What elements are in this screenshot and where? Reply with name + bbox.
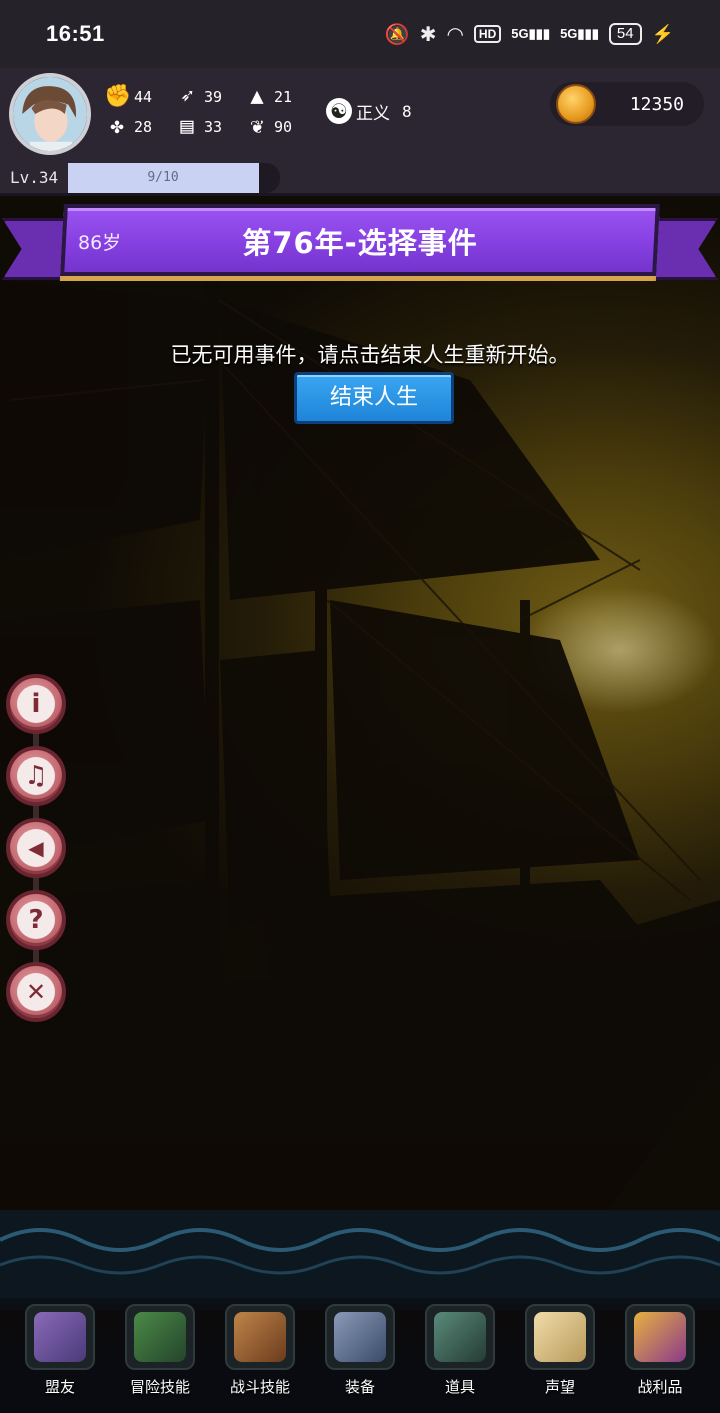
music-button[interactable]: ♫ [6, 746, 66, 806]
status-icons: 🔕 ✱ ◠ HD 5G▮▮▮ 5G▮▮▮ 54 ⚡ [385, 22, 674, 47]
nav-items[interactable]: 道具 [414, 1304, 506, 1397]
backpack-icon [234, 1312, 286, 1362]
scroll-icon [534, 1312, 586, 1362]
nav-label: 冒险技能 [129, 1378, 190, 1396]
signal-icon-2: 5G▮▮▮ [560, 26, 599, 41]
clover-icon: ✤ [110, 114, 124, 139]
info-icon: i [17, 685, 55, 723]
handshake-icon [34, 1312, 86, 1362]
green-book-icon [134, 1312, 186, 1362]
sound-button[interactable]: ◀ [6, 818, 66, 878]
help-button[interactable]: ? [6, 890, 66, 950]
stat-agility: ➶ 39 [174, 86, 222, 108]
avatar-portrait-icon [13, 77, 87, 151]
bottom-nav: 盟友 冒险技能 战斗技能 装备 道具 声望 战利品 [0, 1298, 720, 1413]
alignment-label: 正义 [356, 103, 390, 124]
alignment-value: 8 [402, 101, 412, 121]
nav-label: 装备 [344, 1378, 375, 1396]
speaker-icon: ◀ [17, 829, 55, 867]
signal-icon-1: 5G▮▮▮ [511, 26, 551, 41]
xp-bar: 9/10 [68, 163, 280, 193]
wifi-icon: ◠ [446, 23, 464, 46]
feather-icon: ➶ [180, 84, 194, 109]
nav-equipment-frame [325, 1304, 395, 1370]
nav-label: 道具 [444, 1378, 475, 1396]
nav-reputation-frame [525, 1304, 595, 1370]
gold-coin-icon [556, 84, 596, 124]
fist-icon: ✊ [104, 84, 132, 109]
level-label: Lv.34 [10, 168, 59, 187]
question-icon: ? [17, 901, 55, 939]
nav-combat-frame [225, 1304, 295, 1370]
nav-allies-frame [25, 1304, 95, 1370]
info-button[interactable]: i [6, 674, 66, 734]
year-banner: 86岁 第76年-选择事件 [0, 200, 720, 295]
nav-label: 战斗技能 [229, 1378, 290, 1396]
nav-allies[interactable]: 盟友 [14, 1304, 106, 1397]
nav-adventure-skills[interactable]: 冒险技能 [114, 1304, 206, 1397]
stat-intellect: ▤ 33 [174, 116, 222, 138]
status-time: 16:51 [46, 21, 105, 46]
treasure-chest-icon [634, 1312, 686, 1362]
page-title: 第76年-选择事件 [242, 226, 478, 260]
coin-counter: 12350 [550, 82, 704, 126]
nav-adventure-frame [125, 1304, 195, 1370]
coin-amount: 12350 [629, 93, 684, 115]
stat-luck: ✤ 28 [104, 116, 152, 138]
status-bar: 16:51 🔕 ✱ ◠ HD 5G▮▮▮ 5G▮▮▮ 54 ⚡ [0, 0, 720, 68]
nav-loot[interactable]: 战利品 [614, 1304, 706, 1397]
wizard-hat-icon: ▲ [250, 84, 264, 109]
yin-yang-icon: ☯ [326, 98, 352, 124]
nav-reputation[interactable]: 声望 [514, 1304, 606, 1397]
wings-icon: ❦ [250, 114, 264, 139]
xp-text: 9/10 [147, 170, 179, 185]
charging-icon: ⚡ [651, 23, 674, 44]
satchel-icon [434, 1312, 486, 1362]
book-icon: ▤ [180, 114, 194, 139]
close-icon: ✕ [17, 973, 55, 1011]
bluetooth-icon: ✱ [419, 23, 437, 46]
stat-spirit: ❦ 90 [244, 116, 292, 138]
nav-equipment[interactable]: 装备 [314, 1304, 406, 1397]
nav-loot-frame [625, 1304, 695, 1370]
alignment-indicator: ☯ 正义 8 [326, 98, 412, 124]
nav-label: 战利品 [637, 1378, 683, 1396]
mute-vibrate-icon: 🔕 [384, 23, 410, 46]
nav-label: 盟友 [44, 1378, 75, 1396]
battery-icon: 54 [608, 23, 642, 45]
music-note-icon: ♫ [17, 757, 55, 795]
end-life-button[interactable]: 结束人生 [294, 372, 454, 424]
character-hud: ✊ 44 ✤ 28 ➶ 39 ▤ 33 ▲ 21 ❦ 90 ☯ 正义 8 123… [0, 68, 720, 196]
avatar[interactable] [9, 73, 91, 155]
nav-items-frame [425, 1304, 495, 1370]
hd-volte-icon: HD [473, 25, 502, 43]
stat-magic: ▲ 21 [244, 86, 292, 108]
nav-label: 声望 [544, 1378, 575, 1396]
no-events-message: 已无可用事件，请点击结束人生重新开始。 [170, 343, 570, 367]
crossed-swords-icon [334, 1312, 386, 1362]
close-button[interactable]: ✕ [6, 962, 66, 1022]
stat-strength: ✊ 44 [104, 84, 153, 109]
nav-combat-skills[interactable]: 战斗技能 [214, 1304, 306, 1397]
